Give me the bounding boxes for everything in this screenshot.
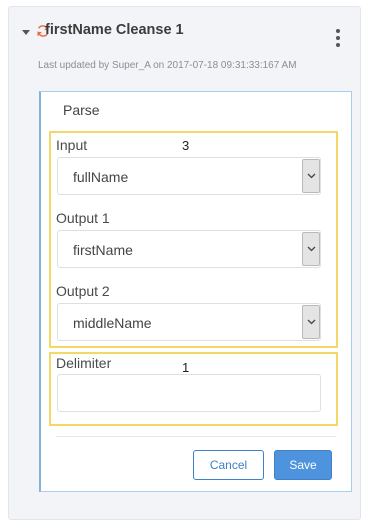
chevron-down-icon[interactable] <box>302 159 320 193</box>
last-updated-text: Last updated by Super_A on 2017-07-18 09… <box>38 60 297 71</box>
divider <box>56 436 336 437</box>
cancel-button[interactable]: Cancel <box>193 450 264 480</box>
chevron-down-icon[interactable] <box>302 305 320 339</box>
highlight-number-fields: 3 <box>182 138 190 153</box>
card-title: Parse <box>63 102 100 118</box>
highlight-number-delimiter: 1 <box>182 360 190 375</box>
delimiter-input[interactable] <box>57 374 321 412</box>
input-label: Input <box>56 137 88 153</box>
delimiter-label: Delimiter <box>56 355 112 371</box>
output1-select[interactable]: firstName <box>57 230 321 268</box>
output2-select-value: middleName <box>73 315 152 331</box>
output1-label: Output 1 <box>56 210 110 226</box>
save-button[interactable]: Save <box>274 450 332 480</box>
output2-select[interactable]: middleName <box>57 303 321 341</box>
input-select-value: fullName <box>73 169 129 185</box>
kebab-menu-icon[interactable] <box>330 29 346 57</box>
output2-label: Output 2 <box>56 283 110 299</box>
chevron-down-icon[interactable] <box>302 232 320 266</box>
input-select[interactable]: fullName <box>57 157 321 195</box>
panel-title: firstName Cleanse 1 <box>45 22 184 38</box>
caret-down-icon[interactable] <box>22 30 30 35</box>
output1-select-value: firstName <box>73 242 133 258</box>
